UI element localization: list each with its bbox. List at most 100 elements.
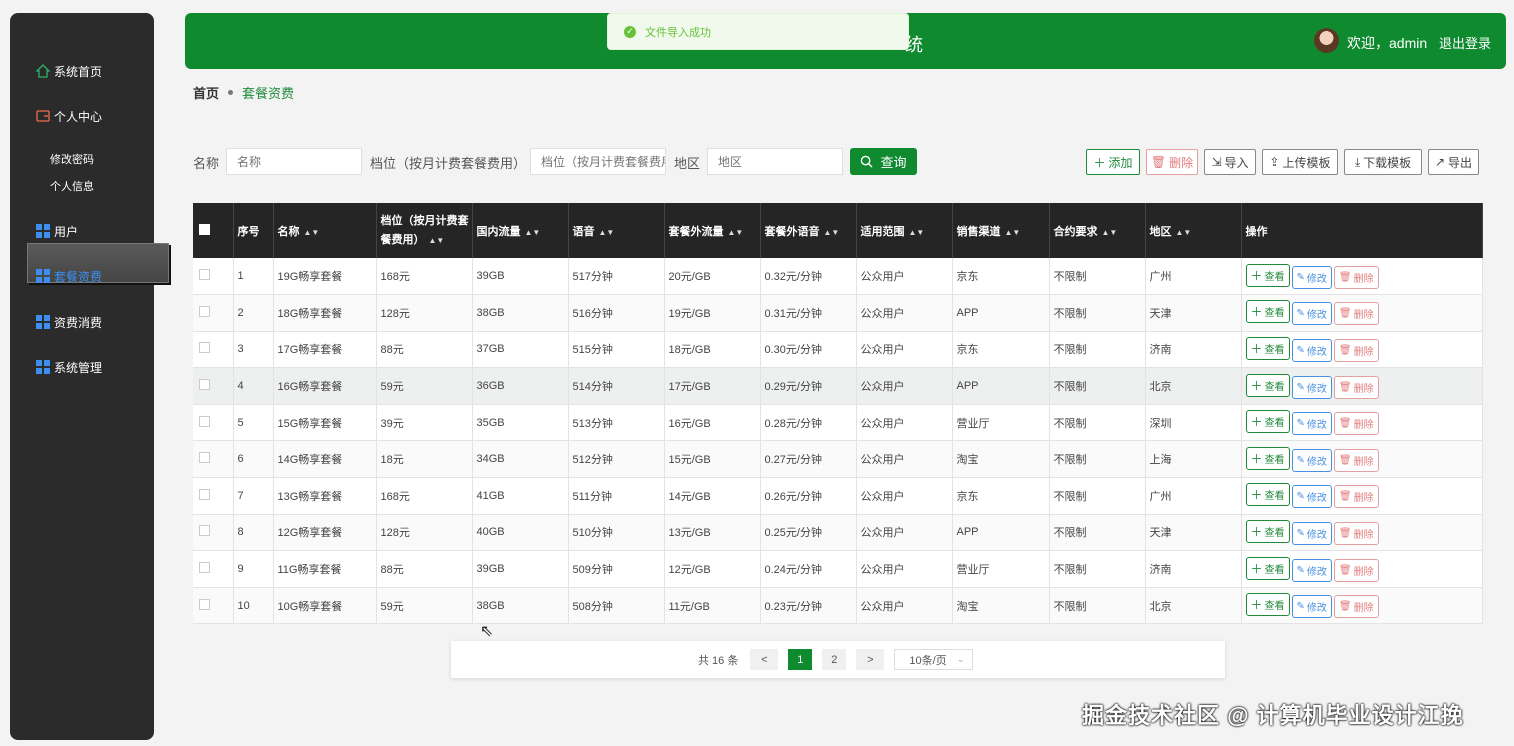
sort-icon[interactable]: ▲▼ (824, 228, 840, 237)
sidebar-item-personal-center[interactable]: 个人中心 (36, 106, 102, 126)
row-checkbox[interactable] (199, 562, 210, 574)
sort-icon[interactable]: ▲▼ (525, 228, 541, 237)
col-header[interactable]: 适用范围 ▲▼ (856, 203, 953, 258)
prev-page-button[interactable]: < (750, 649, 779, 670)
view-button[interactable]: ＋查看 (1245, 593, 1290, 617)
col-header[interactable]: 档位（按月计费套餐费用） ▲▼ (376, 203, 473, 258)
delete-button[interactable]: 🗑 删除 (1333, 338, 1379, 362)
edit-button[interactable]: ✎ 修改 (1291, 558, 1332, 582)
row-checkbox[interactable] (199, 598, 210, 610)
sort-icon[interactable]: ▲▼ (1005, 228, 1021, 237)
export-button[interactable]: ↗ 导出 (1428, 149, 1479, 175)
edit-button[interactable]: ✎ 修改 (1291, 485, 1332, 509)
sidebar-item-home[interactable]: 系统首页 (36, 61, 102, 81)
row-checkbox[interactable] (199, 379, 210, 391)
table-cell: 40GB (472, 514, 569, 552)
name-input[interactable] (226, 148, 362, 175)
table-cell: 公众用户 (856, 331, 953, 369)
add-button[interactable]: ＋添加 (1086, 149, 1140, 175)
select-all-checkbox[interactable] (199, 223, 210, 235)
row-checkbox[interactable] (199, 269, 210, 281)
row-checkbox[interactable] (199, 488, 210, 500)
sort-icon[interactable]: ▲▼ (1176, 228, 1192, 237)
col-header[interactable]: 地区 ▲▼ (1145, 203, 1242, 258)
view-button-label: 查看 (1264, 271, 1285, 283)
page-size-select[interactable]: 10条/页 ⌄ (894, 649, 974, 670)
plus-icon: ＋ (1250, 598, 1263, 613)
query-button[interactable]: 查询 (850, 148, 917, 175)
col-header[interactable]: 销售渠道 ▲▼ (952, 203, 1050, 258)
view-button[interactable]: ＋查看 (1245, 336, 1290, 360)
breadcrumb-home[interactable]: 首页 (193, 83, 219, 102)
view-button[interactable]: ＋查看 (1245, 410, 1290, 434)
delete-button[interactable]: 🗑 删除 (1333, 595, 1379, 619)
row-checkbox[interactable] (199, 525, 210, 537)
region-input[interactable] (707, 148, 843, 175)
delete-button[interactable]: 🗑 删除 (1333, 485, 1379, 509)
delete-button[interactable]: 🗑 删除 (1333, 521, 1379, 545)
edit-button[interactable]: ✎ 修改 (1291, 302, 1332, 326)
logout-link[interactable]: 退出登录 (1439, 33, 1491, 52)
col-header[interactable]: 套餐外流量 ▲▼ (664, 203, 761, 258)
view-button[interactable]: ＋查看 (1245, 373, 1290, 397)
edit-button[interactable]: ✎ 修改 (1291, 521, 1332, 545)
view-button[interactable]: ＋查看 (1245, 446, 1290, 470)
sort-icon[interactable]: ▲▼ (1102, 228, 1118, 237)
edit-button[interactable]: ✎ 修改 (1291, 375, 1332, 399)
upload-template-button[interactable]: ⇪ 上传模板 (1262, 149, 1338, 175)
table-row: 8 12G畅享套餐 128元 40GB 510分钟 13元/GB 0.25元/分钟 公众用户 A… (193, 514, 1483, 552)
view-button[interactable]: ＋查看 (1245, 300, 1290, 324)
delete-button[interactable]: 🗑 删除 (1333, 375, 1379, 399)
edit-button[interactable]: ✎ 修改 (1291, 595, 1332, 619)
col-header[interactable]: 语音 ▲▼ (568, 203, 665, 258)
edit-button[interactable]: ✎ 修改 (1291, 448, 1332, 472)
sidebar-item-users[interactable]: 用户 (36, 221, 78, 241)
sort-icon[interactable]: ▲▼ (728, 228, 744, 237)
sort-icon[interactable]: ▲▼ (429, 236, 445, 245)
sort-icon[interactable]: ▲▼ (304, 228, 320, 237)
view-button[interactable]: ＋查看 (1245, 263, 1290, 287)
delete-button[interactable]: 🗑 删除 (1333, 558, 1379, 582)
table-cell: 59元 (376, 367, 473, 405)
table-cell: 12G畅享套餐 (273, 514, 377, 552)
download-template-button[interactable]: ⤓ 下载模板 (1344, 149, 1422, 175)
row-checkbox[interactable] (199, 415, 210, 427)
page-1-button[interactable]: 1 (788, 649, 813, 670)
sidebar-subitem-change-password[interactable]: 修改密码 (50, 151, 94, 167)
edit-button[interactable]: ✎ 修改 (1291, 265, 1332, 289)
batch-delete-button[interactable]: 🗑 删除 (1146, 149, 1198, 175)
edit-button[interactable]: ✎ 修改 (1291, 338, 1332, 362)
delete-button-label: 删除 (1353, 493, 1374, 505)
row-checkbox[interactable] (199, 305, 210, 317)
delete-button[interactable]: 🗑 删除 (1333, 302, 1379, 326)
table-cell: 不限制 (1049, 550, 1146, 588)
col-header[interactable]: 合约要求 ▲▼ (1049, 203, 1146, 258)
row-select-cell (193, 550, 234, 588)
sidebar-item-system[interactable]: 系统管理 (36, 357, 102, 377)
avatar[interactable] (1314, 28, 1339, 53)
table-cell: 168元 (376, 258, 473, 296)
col-header[interactable]: 名称 ▲▼ (273, 203, 377, 258)
view-button[interactable]: ＋查看 (1245, 556, 1290, 580)
sidebar-item-label: 套餐资费 (54, 269, 103, 284)
tier-input[interactable] (530, 148, 666, 175)
sort-icon[interactable]: ▲▼ (909, 228, 925, 237)
edit-button[interactable]: ✎ 修改 (1291, 412, 1332, 436)
view-button[interactable]: ＋查看 (1245, 483, 1290, 507)
row-checkbox[interactable] (199, 342, 210, 354)
delete-button[interactable]: 🗑 删除 (1333, 448, 1379, 472)
view-button-label: 查看 (1264, 564, 1285, 576)
page-2-button[interactable]: 2 (822, 649, 847, 670)
import-button[interactable]: ⇲ 导入 (1204, 149, 1256, 175)
sort-icon[interactable]: ▲▼ (599, 228, 615, 237)
view-button[interactable]: ＋查看 (1245, 519, 1290, 543)
delete-button[interactable]: 🗑 删除 (1333, 412, 1379, 436)
row-checkbox[interactable] (199, 452, 210, 464)
sidebar-item-packages[interactable]: 套餐资费 (36, 266, 102, 286)
sidebar-item-consumption[interactable]: 资费消费 (36, 312, 102, 332)
next-page-button[interactable]: > (856, 649, 885, 670)
delete-button[interactable]: 🗑 删除 (1333, 265, 1379, 289)
col-header[interactable]: 套餐外语音 ▲▼ (760, 203, 857, 258)
col-header[interactable]: 国内流量 ▲▼ (472, 203, 569, 258)
sidebar-subitem-personal-info[interactable]: 个人信息 (50, 178, 94, 194)
